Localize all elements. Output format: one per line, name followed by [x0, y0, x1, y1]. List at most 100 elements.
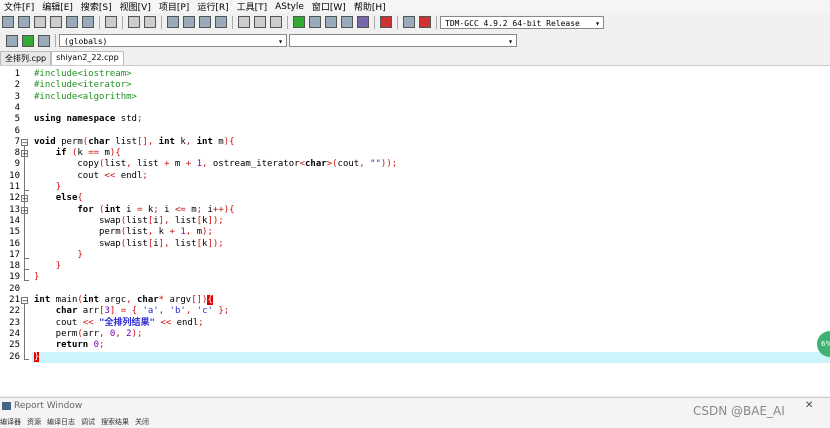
menu-bar: 文件[F] 编辑[E] 搜索[S] 视图[V] 项目[P] 运行[R] 工具[T…	[0, 0, 830, 13]
toggle-bookmark-icon[interactable]	[22, 34, 34, 47]
undo-icon[interactable]	[128, 16, 140, 28]
tab-resources[interactable]: 资源	[27, 417, 41, 428]
compile-icon[interactable]	[293, 16, 305, 28]
compiler-select[interactable]: TDM-GCC 4.9.2 64-bit Release ▾	[440, 15, 604, 29]
code-line: int main(int argc, char* argv[]){	[34, 295, 213, 305]
menu-window[interactable]: 窗口[W]	[308, 0, 350, 13]
line-number: 1	[14, 69, 20, 79]
separator	[287, 15, 288, 29]
menu-tools[interactable]: 工具[T]	[233, 0, 272, 13]
close-file-icon[interactable]	[66, 16, 78, 28]
line-number: 3	[14, 91, 20, 102]
line-number: 2	[14, 80, 20, 91]
watermark: CSDN @BAE_AI	[693, 404, 785, 418]
fold-end	[24, 190, 29, 191]
scope-select-value: (globals)	[64, 37, 108, 46]
main-toolbar: TDM-GCC 4.9.2 64-bit Release ▾	[0, 13, 830, 31]
find-icon[interactable]	[167, 16, 179, 28]
menu-edit[interactable]: 编辑[E]	[38, 0, 77, 13]
report-tabs: 编译器 资源 编译日志 调试 搜索结果 关闭	[0, 417, 155, 428]
fold-line	[24, 304, 25, 360]
scope-select[interactable]: (globals) ▾	[59, 34, 287, 47]
unindent-icon[interactable]	[254, 16, 266, 28]
bookmark-icon[interactable]	[270, 16, 282, 28]
current-code-line: }	[32, 351, 830, 363]
tab-quanpailie[interactable]: 全排列.cpp	[0, 51, 52, 66]
menu-view[interactable]: 视图[V]	[116, 0, 155, 13]
fold-end	[24, 269, 29, 270]
line-number: 20	[9, 283, 20, 294]
indent-icon[interactable]	[238, 16, 250, 28]
code-editor[interactable]: 1 2 3 4 5 6 7 8 9 10 11 12 13 14 15 16 1…	[0, 65, 830, 396]
line-number: 26	[9, 351, 20, 362]
replace-icon[interactable]	[183, 16, 195, 28]
open-file-icon[interactable]	[18, 16, 30, 28]
close-icon[interactable]: ✕	[805, 400, 813, 411]
line-number: 4	[14, 102, 20, 113]
chart-icon[interactable]	[403, 16, 415, 28]
code-line: using namespace std;	[34, 114, 143, 125]
menu-file[interactable]: 文件[F]	[0, 0, 38, 13]
debug-icon[interactable]	[419, 16, 431, 28]
goto-function-icon[interactable]	[215, 16, 227, 28]
separator	[55, 34, 56, 47]
line-number: 17	[9, 249, 20, 260]
goto-bookmark-icon[interactable]	[38, 34, 50, 47]
close-all-icon[interactable]	[82, 16, 94, 28]
tab-close[interactable]: 关闭	[135, 417, 149, 428]
save-all-icon[interactable]	[50, 16, 62, 28]
menu-project[interactable]: 项目[P]	[155, 0, 193, 13]
report-window-icon	[2, 402, 11, 410]
separator	[232, 15, 233, 29]
tab-search-results[interactable]: 搜索结果	[101, 417, 129, 428]
line-number: 12	[9, 193, 20, 204]
fold-toggle-icon[interactable]: −	[21, 297, 28, 305]
line-number: 10	[9, 170, 20, 181]
line-gutter: 1 2 3 4 5 6 7 8 9 10 11 12 13 14 15 16 1…	[0, 66, 32, 396]
goto-line-icon[interactable]	[199, 16, 211, 28]
line-number: 21	[9, 295, 20, 305]
code-line: }	[55, 182, 62, 192]
compile-run-icon[interactable]	[325, 16, 337, 28]
line-number: 14	[9, 215, 20, 226]
chevron-down-icon: ▾	[508, 37, 513, 46]
save-icon[interactable]	[34, 16, 46, 28]
separator	[99, 15, 100, 29]
stop-icon[interactable]	[380, 16, 392, 28]
tab-compiler[interactable]: 编译器	[0, 417, 21, 428]
line-number: 15	[9, 227, 20, 238]
line-number: 19	[9, 272, 20, 283]
code-line: swap(list[i], list[k]);	[34, 238, 224, 249]
check-syntax-icon[interactable]	[357, 16, 369, 28]
code-line: perm(arr, 0, 2);	[34, 328, 143, 339]
line-number: 5	[14, 114, 20, 125]
tab-debug[interactable]: 调试	[81, 417, 95, 428]
menu-astyle[interactable]: AStyle	[271, 2, 308, 12]
fold-end	[24, 359, 29, 360]
tab-shiyan2-22[interactable]: shiyan2_22.cpp	[51, 51, 124, 66]
menu-search[interactable]: 搜索[S]	[77, 0, 116, 13]
code-line: if (k == m){	[55, 148, 121, 159]
fold-toggle-icon[interactable]: −	[21, 195, 28, 203]
symbol-select[interactable]: ▾	[289, 34, 517, 47]
run-icon[interactable]	[309, 16, 321, 28]
menu-run[interactable]: 运行[R]	[193, 0, 232, 13]
rebuild-icon[interactable]	[341, 16, 353, 28]
new-file-icon[interactable]	[2, 16, 14, 28]
fold-toggle-icon[interactable]: −	[21, 207, 28, 215]
tab-compile-log[interactable]: 编译日志	[47, 417, 75, 428]
chevron-down-icon: ▾	[278, 37, 283, 46]
fold-toggle-icon[interactable]: −	[21, 139, 28, 147]
editor-tabs: 全排列.cpp shiyan2_22.cpp	[0, 51, 124, 66]
separator	[436, 15, 437, 29]
line-number: 22	[9, 306, 20, 317]
fold-toggle-icon[interactable]: −	[21, 150, 28, 158]
separator	[374, 15, 375, 29]
print-icon[interactable]	[105, 16, 117, 28]
line-number: 7	[14, 136, 20, 147]
compiler-select-value: TDM-GCC 4.9.2 64-bit Release	[445, 18, 580, 28]
insert-icon[interactable]	[6, 34, 18, 47]
menu-help[interactable]: 帮助[H]	[350, 0, 390, 13]
redo-icon[interactable]	[144, 16, 156, 28]
